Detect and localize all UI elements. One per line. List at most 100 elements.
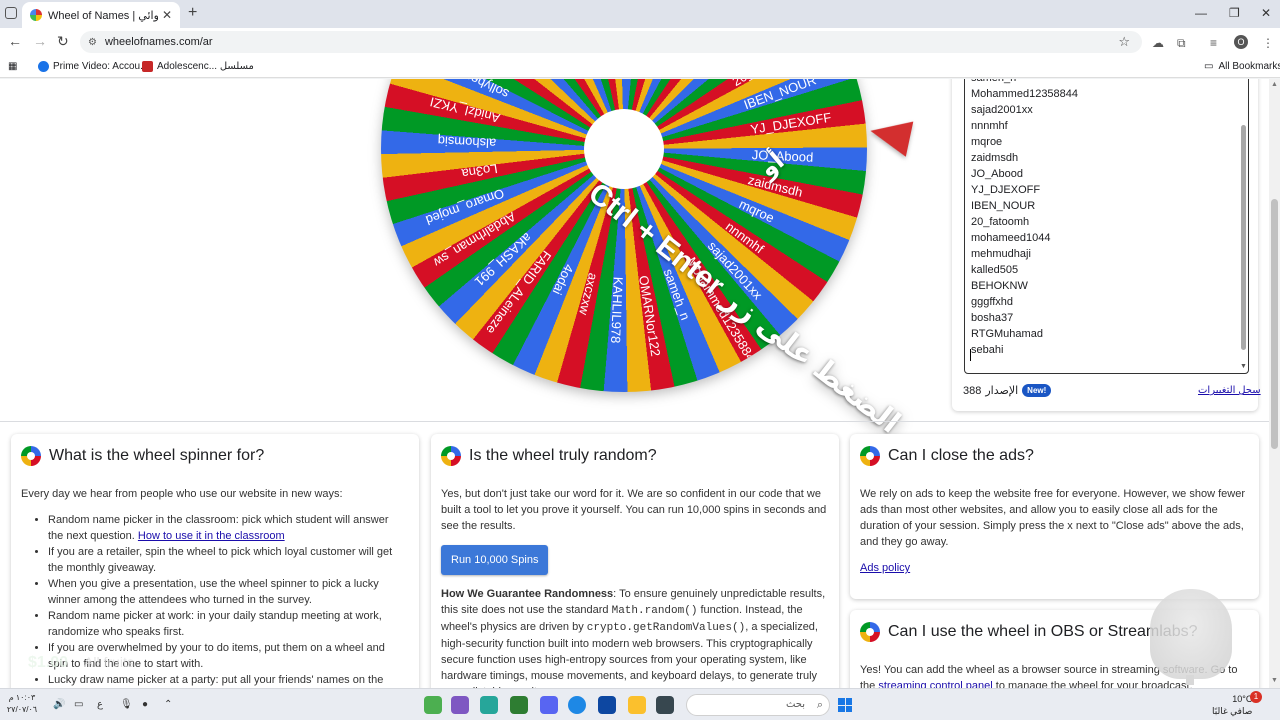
chrome-icon[interactable] <box>568 696 586 714</box>
site-info-icon[interactable]: ⚙ <box>88 37 97 48</box>
tv-site-icon <box>142 61 153 72</box>
system-clock[interactable]: ١٠:٠٣ م ٢٧/٠٧/٠٦ <box>0 692 44 716</box>
bookmark-prime-video[interactable]: Prime Video: Accou... <box>38 61 148 72</box>
page-scroll-thumb[interactable] <box>1271 199 1278 449</box>
scroll-down-arrow-icon[interactable]: ▼ <box>1271 677 1278 684</box>
faq-card-ads: Can I close the ads? We rely on ads to k… <box>850 434 1259 599</box>
run-spins-button[interactable]: Run 10,000 Spins <box>441 545 549 575</box>
input-language[interactable]: ع <box>97 699 103 710</box>
wine-glass-stem <box>1186 675 1194 685</box>
restore-icon[interactable]: ❐ <box>1229 6 1240 20</box>
terminal-icon[interactable] <box>656 696 674 714</box>
scroll-up-arrow-icon[interactable]: ▲ <box>1271 81 1278 88</box>
bookmark-adolescence[interactable]: Adolescenc... مسلسل <box>142 61 254 72</box>
wheel-logo-icon <box>860 622 880 642</box>
ads-policy-link[interactable]: Ads policy <box>860 562 910 574</box>
page-viewport: IBEN_NOUR YJ_DJEXOFF JO_Abood zaidmsdh mqroe… <box>0 79 1269 688</box>
card-intro: Yes, but don't just take our word for it… <box>441 488 827 532</box>
wheel-logo-icon <box>441 446 461 466</box>
app-icon-dark-green[interactable] <box>510 696 528 714</box>
file-explorer-icon[interactable] <box>628 696 646 714</box>
entry-line: JO_Abood <box>971 168 1023 180</box>
windows-start-icon[interactable] <box>838 698 852 712</box>
streaming-control-link[interactable]: streaming control panel <box>878 680 992 688</box>
discord-icon[interactable] <box>540 696 558 714</box>
forward-icon[interactable]: → <box>33 33 47 49</box>
ads-paragraph: We rely on ads to keep the website free … <box>860 488 1245 548</box>
faq-card-randomness: Is the wheel truly random? Yes, but don'… <box>431 434 839 688</box>
minimize-icon[interactable]: — <box>1195 6 1207 20</box>
notification-badge[interactable]: 1 <box>1250 691 1262 703</box>
entry-line: mehmudhaji <box>971 248 1031 260</box>
entries-scrollbar[interactable]: ▼ <box>1240 80 1247 370</box>
card-body: We rely on ads to keep the website free … <box>860 486 1250 576</box>
folder-icon: ▭ <box>1204 61 1214 72</box>
close-window-icon[interactable]: ✕ <box>1261 6 1271 20</box>
new-tab-icon[interactable]: + <box>188 4 197 22</box>
page-scrollbar[interactable]: ▲ ▼ <box>1269 79 1280 688</box>
new-badge: New! <box>1022 384 1052 397</box>
extensions-icon[interactable]: ⧉ <box>1177 36 1186 51</box>
changelog-link[interactable]: سجل التغييرات <box>1198 385 1261 396</box>
version-label: الإصدار <box>985 385 1019 397</box>
browser-titlebar: Wheel of Names | اسم العشوائي ✕ + — ❐ ✕ <box>0 0 1280 28</box>
bookmark-star-icon[interactable]: ☆ <box>1118 34 1130 50</box>
browser-tab-active[interactable]: Wheel of Names | اسم العشوائي ✕ <box>22 2 180 28</box>
reload-icon[interactable]: ↻ <box>57 33 69 50</box>
entries-textarea[interactable]: samen_n Mohammed12358844 sajad2001xx nnnmhf… <box>964 79 1249 374</box>
prime-video-icon <box>38 61 49 72</box>
wine-glass-overlay <box>1150 589 1232 679</box>
wheel-pointer-icon <box>866 113 914 157</box>
address-bar[interactable]: ⚙ wheelofnames.com/ar ☆ <box>80 31 1142 53</box>
entry-line: IBEN_NOUR <box>971 200 1036 212</box>
close-tab-icon[interactable]: ✕ <box>162 8 172 22</box>
app-icon-green[interactable] <box>424 696 442 714</box>
list-item: Random name picker at work: in your dail… <box>48 608 406 640</box>
section-divider <box>0 421 1269 422</box>
entry-line: kalled505 <box>971 264 1019 276</box>
app-icon-purple[interactable] <box>451 696 469 714</box>
wheel-section: IBEN_NOUR YJ_DJEXOFF JO_Abood zaidmsdh mqroe… <box>0 79 1269 440</box>
address-url: wheelofnames.com/ar <box>104 36 213 48</box>
list-item: When you give a presentation, use the wh… <box>48 576 406 608</box>
card-body: Yes, but don't just take our word for it… <box>441 486 831 688</box>
app-icon-teal[interactable] <box>480 696 498 714</box>
tab-search-icon[interactable] <box>5 7 17 19</box>
microphone-icon[interactable]: 🎙 <box>120 699 133 710</box>
scroll-down-arrow-icon[interactable]: ▼ <box>1240 363 1247 370</box>
entry-line: BEHOKNW <box>971 280 1028 292</box>
taskbar-search[interactable]: بحث ⌕ <box>686 694 830 716</box>
card-heading: What is the wheel spinner for? <box>21 446 264 466</box>
classroom-link[interactable]: How to use it in the classroom <box>138 530 285 542</box>
wheel-hub[interactable] <box>584 109 664 189</box>
card-heading: Can I use the wheel in OBS or Streamlabs… <box>860 622 1198 642</box>
weather-widget[interactable]: 10°C صافي غالبًا <box>1212 693 1252 717</box>
all-bookmarks[interactable]: ▭ All Bookmarks <box>1204 61 1280 72</box>
entry-line: 20_fatoomh <box>971 216 1030 228</box>
media-icon[interactable]: ≡ <box>1210 36 1217 50</box>
spin-wheel[interactable]: IBEN_NOUR YJ_DJEXOFF JO_Abood zaidmsdh mqroe… <box>381 79 906 440</box>
version-info: 388 الإصدار New! <box>963 384 1052 397</box>
card-heading: Is the wheel truly random? <box>441 446 657 466</box>
card-intro: Every day we hear from people who use ou… <box>21 488 343 500</box>
entry-line: sebahi <box>971 344 1004 356</box>
network-icon[interactable]: ▭ <box>74 699 83 710</box>
camera-icon[interactable]: ● <box>142 699 148 710</box>
cloud-icon[interactable]: ☁ <box>1152 36 1164 50</box>
entry-line: samen_n <box>971 79 1078 86</box>
list-item: If you are a retailer, spin the wheel to… <box>48 544 406 576</box>
wheel-logo-icon <box>21 446 41 466</box>
entry-line: mohameed1044 <box>971 232 1051 244</box>
store-icon[interactable] <box>598 696 616 714</box>
apps-grid-icon[interactable]: ▦ <box>8 61 17 72</box>
tray-overflow-icon[interactable]: ⌃ <box>164 699 172 710</box>
entries-scroll-thumb[interactable] <box>1241 125 1246 350</box>
menu-icon[interactable]: ⋮ <box>1262 36 1274 50</box>
entry-line: bosha37 <box>971 312 1014 324</box>
profile-avatar[interactable]: O <box>1234 35 1248 49</box>
back-icon[interactable]: ← <box>8 33 22 49</box>
entry-line: sajad2001xx <box>971 104 1033 116</box>
volume-icon[interactable]: 🔊 <box>53 699 65 710</box>
entry-line: mqroe <box>971 136 1003 148</box>
price-overlay: $1.00 All fruits <box>28 654 134 671</box>
